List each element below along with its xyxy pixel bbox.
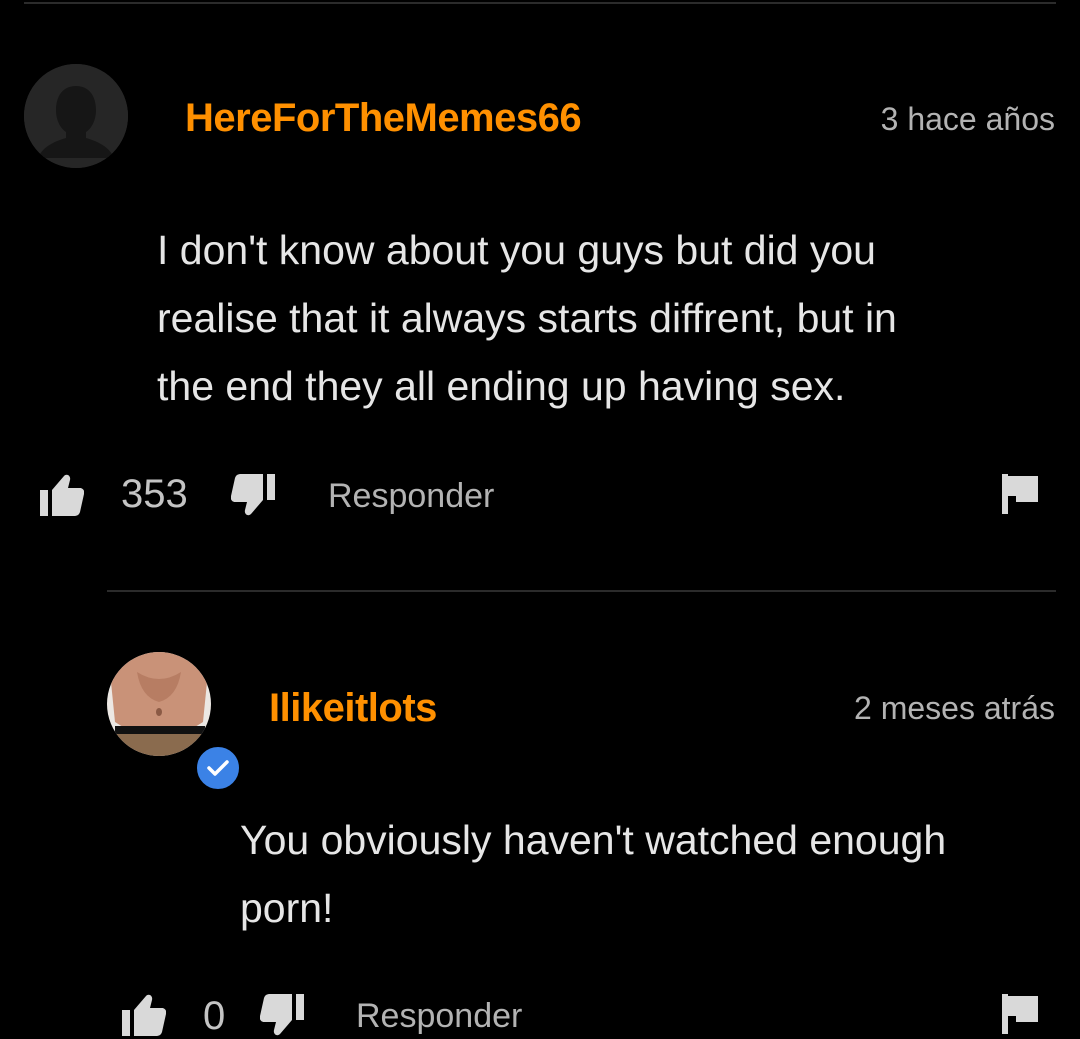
thumbs-up-icon[interactable] [122,994,166,1036]
reply-button[interactable]: Responder [328,477,494,516]
thumbs-up-icon[interactable] [40,474,84,516]
thumbs-down-icon[interactable] [260,994,304,1036]
verified-check-icon [194,744,242,792]
flag-icon[interactable] [1002,994,1038,1034]
flag-icon[interactable] [1002,474,1038,514]
like-count: 0 [203,994,226,1038]
default-avatar-icon [24,64,128,168]
timestamp: 3 hace años [880,101,1055,137]
top-divider [24,2,1056,4]
username[interactable]: Ilikeitlots [269,686,437,731]
avatar[interactable] [24,64,128,168]
comment-text: You obviously haven't watched enough por… [240,817,947,931]
user-photo-avatar [107,652,211,756]
username[interactable]: HereForTheMemes66 [185,96,582,141]
reply-divider [107,590,1056,592]
comment-text: I don't know about you guys but did you … [157,227,897,409]
avatar[interactable] [107,652,211,756]
reply-button[interactable]: Responder [356,997,522,1036]
timestamp: 2 meses atrás [854,690,1055,726]
like-count: 353 [121,472,188,516]
thumbs-down-icon[interactable] [231,474,275,516]
